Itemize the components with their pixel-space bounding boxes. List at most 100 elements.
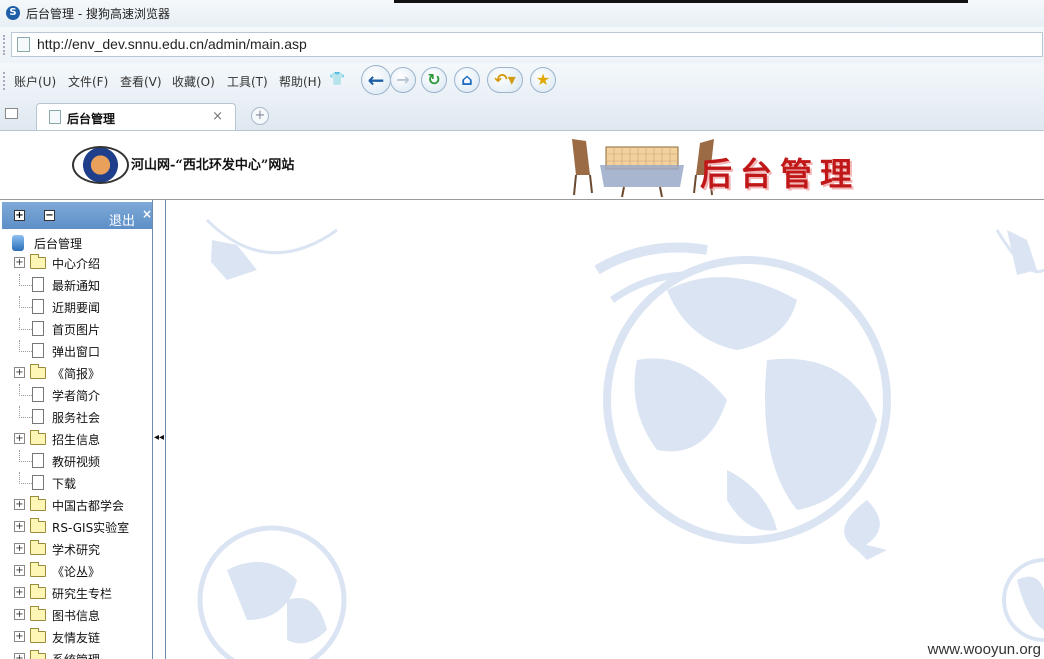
folder-icon: [30, 650, 46, 659]
skin-icon[interactable]: 👕: [329, 72, 345, 87]
tree-item[interactable]: 近期要闻: [0, 296, 152, 318]
collapse-all-icon[interactable]: −: [44, 210, 55, 221]
computer-icon: [12, 235, 24, 251]
tree-item-label[interactable]: 中心介绍: [52, 255, 100, 272]
tree-item[interactable]: + 图书信息: [0, 604, 152, 626]
tree-item-label[interactable]: 最新通知: [52, 277, 100, 294]
document-icon: [32, 453, 44, 468]
undo-close-icon[interactable]: ↶▾: [487, 67, 523, 93]
browser-logo-icon: S: [6, 6, 20, 20]
tree-item[interactable]: 服务社会: [0, 406, 152, 428]
tab-admin[interactable]: 后台管理 ×: [36, 103, 236, 130]
tree-item[interactable]: + 招生信息: [0, 428, 152, 450]
window-title: 后台管理 - 搜狗高速浏览器: [26, 7, 170, 21]
tab-title: 后台管理: [67, 112, 116, 126]
tree-item[interactable]: + 学术研究: [0, 538, 152, 560]
tree-connector: [19, 340, 32, 352]
document-icon: [32, 277, 44, 292]
site-name: 河山网-“西北环发中心”网站: [131, 158, 295, 173]
site-logo: [72, 146, 129, 184]
expand-plus-icon[interactable]: +: [14, 587, 25, 598]
refresh-icon[interactable]: ↻: [421, 67, 447, 93]
menu-account[interactable]: 账户(U): [14, 73, 56, 90]
tree-item-label[interactable]: 下载: [52, 475, 76, 492]
expand-plus-icon[interactable]: +: [14, 257, 25, 268]
tree-item[interactable]: 弹出窗口: [0, 340, 152, 362]
tree-item-label[interactable]: 《简报》: [52, 365, 100, 382]
expand-plus-icon[interactable]: +: [14, 433, 25, 444]
tree-item[interactable]: + 《论丛》: [0, 560, 152, 582]
address-row: http://env_dev.snnu.edu.cn/admin/main.as…: [0, 27, 1044, 63]
tree-item-label[interactable]: 友情友链: [52, 629, 100, 646]
menu-favorites[interactable]: 收藏(O): [172, 73, 215, 90]
logout-link[interactable]: 退出: [109, 210, 135, 229]
favorite-star-icon[interactable]: ★: [530, 67, 556, 93]
tree-item[interactable]: 下载: [0, 472, 152, 494]
tree-item-label[interactable]: RS-GIS实验室: [52, 519, 129, 536]
tree-item-label[interactable]: 《论丛》: [52, 563, 100, 580]
tree-item-label[interactable]: 系统管理: [52, 651, 100, 659]
tree-item-label[interactable]: 弹出窗口: [52, 343, 100, 360]
tree-item-label[interactable]: 中国古都学会: [52, 497, 124, 514]
menu-view[interactable]: 查看(V): [120, 73, 162, 90]
tree-item[interactable]: + 系统管理: [0, 648, 152, 659]
collapse-arrow-icon[interactable]: ◂◂: [154, 432, 164, 443]
forward-icon[interactable]: →: [390, 67, 416, 93]
expand-plus-icon[interactable]: +: [14, 499, 25, 510]
sidebar-close-icon[interactable]: ×: [142, 207, 152, 221]
tree-item-label[interactable]: 学术研究: [52, 541, 100, 558]
tree-item-label[interactable]: 近期要闻: [52, 299, 100, 316]
expand-plus-icon[interactable]: +: [14, 631, 25, 642]
toolbar-grip[interactable]: [3, 72, 7, 90]
tree-connector: [19, 406, 32, 418]
title-overlay-bar: [394, 0, 968, 3]
tree-item[interactable]: 学者简介: [0, 384, 152, 406]
folder-icon: [30, 518, 46, 533]
tree-item[interactable]: + RS-GIS实验室: [0, 516, 152, 538]
address-bar[interactable]: http://env_dev.snnu.edu.cn/admin/main.as…: [11, 32, 1043, 57]
tree-item[interactable]: + 研究生专栏: [0, 582, 152, 604]
tree-connector: [19, 296, 32, 308]
expand-plus-icon[interactable]: +: [14, 653, 25, 659]
tree-item-label[interactable]: 服务社会: [52, 409, 100, 426]
tab-close-icon[interactable]: ×: [212, 109, 223, 124]
folder-icon: [30, 254, 46, 269]
sidebar-toggle-icon[interactable]: [5, 108, 18, 119]
tree-item[interactable]: + 友情友链: [0, 626, 152, 648]
expand-all-icon[interactable]: +: [14, 210, 25, 221]
tree-item-label[interactable]: 首页图片: [52, 321, 100, 338]
tree-item-label[interactable]: 招生信息: [52, 431, 100, 448]
menu-help[interactable]: 帮助(H): [279, 73, 321, 90]
menu-tools[interactable]: 工具(T): [227, 73, 268, 90]
page-content: 河山网-“西北环发中心”网站 后台管理 + − 退出 × 后台管理 + 中心介绍…: [0, 131, 1044, 659]
back-icon[interactable]: ←: [361, 65, 391, 95]
home-icon[interactable]: ⌂: [454, 67, 480, 93]
sidebar-tree: + − 退出 × 后台管理 + 中心介绍 最新通知 近期要闻 首页图片 弹出窗口 + 《简报》…: [0, 200, 153, 659]
folder-icon: [30, 540, 46, 555]
tree-item[interactable]: 首页图片: [0, 318, 152, 340]
expand-plus-icon[interactable]: +: [14, 609, 25, 620]
tree-item[interactable]: + 中心介绍: [0, 252, 152, 274]
expand-plus-icon[interactable]: +: [14, 521, 25, 532]
tree-item-label[interactable]: 图书信息: [52, 607, 100, 624]
menu-file[interactable]: 文件(F): [68, 73, 108, 90]
tree-item[interactable]: + 中国古都学会: [0, 494, 152, 516]
tree-item[interactable]: 最新通知: [0, 274, 152, 296]
document-icon: [32, 321, 44, 336]
tree-connector: [19, 384, 32, 396]
url-text[interactable]: http://env_dev.snnu.edu.cn/admin/main.as…: [37, 36, 307, 52]
expand-plus-icon[interactable]: +: [14, 543, 25, 554]
expand-plus-icon[interactable]: +: [14, 367, 25, 378]
sidebar-header: + − 退出 ×: [2, 202, 152, 229]
expand-plus-icon[interactable]: +: [14, 565, 25, 576]
toolbar-grip[interactable]: [3, 35, 7, 55]
tree-item[interactable]: + 《简报》: [0, 362, 152, 384]
tree-item[interactable]: 教研视频: [0, 450, 152, 472]
new-tab-icon[interactable]: +: [251, 107, 269, 125]
tree-connector: [19, 274, 32, 286]
document-icon: [32, 343, 44, 358]
tree-item-label[interactable]: 研究生专栏: [52, 585, 112, 602]
sidebar-splitter[interactable]: ◂◂: [153, 200, 166, 659]
tree-item-label[interactable]: 学者简介: [52, 387, 100, 404]
tree-item-label[interactable]: 教研视频: [52, 453, 100, 470]
